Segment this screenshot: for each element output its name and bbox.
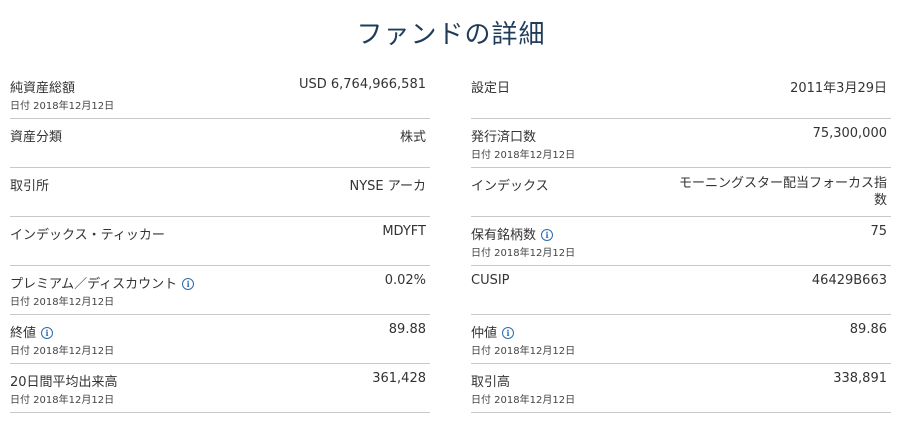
fund-details-left-column: 純資産総額 USD 6,764,966,581 日付 2018年12月12日 資…: [10, 70, 430, 413]
detail-label: 終値 i: [10, 322, 54, 341]
detail-value: NYSE アーカ: [349, 179, 426, 194]
detail-label: 純資産総額: [10, 81, 76, 96]
detail-row-inception-date: 設定日 2011年3月29日: [471, 70, 891, 119]
detail-value: 338,891: [833, 371, 887, 386]
detail-label: 資産分類: [10, 130, 63, 145]
page-title: ファンドの詳細: [356, 20, 546, 50]
detail-label: 取引所: [10, 179, 50, 194]
detail-value: 0.02%: [384, 273, 426, 288]
detail-row-shares-outstanding: 発行済口数 75,300,000 日付 2018年12月12日: [471, 119, 891, 168]
detail-date: 日付 2018年12月12日: [10, 395, 115, 406]
detail-label: インデックス: [471, 179, 549, 194]
detail-date: 日付 2018年12月12日: [471, 150, 576, 161]
detail-label: 20日間平均出来高: [10, 375, 118, 390]
detail-label: CUSIP: [471, 273, 510, 288]
detail-row-avg-volume: 20日間平均出来高 361,428 日付 2018年12月12日: [10, 364, 430, 413]
detail-label: 設定日: [471, 81, 511, 96]
detail-row-index: インデックス モーニングスター配当フォーカス指数: [471, 168, 891, 217]
detail-label: 保有銘柄数 i: [471, 224, 554, 243]
detail-value: USD 6,764,966,581: [298, 77, 426, 92]
detail-date: 日付 2018年12月12日: [10, 297, 115, 308]
detail-label: プレミアム／ディスカウント i: [10, 273, 195, 292]
detail-row-asset-class: 資産分類 株式: [10, 119, 430, 168]
detail-date: 日付 2018年12月12日: [471, 248, 576, 259]
detail-value: 株式: [399, 130, 426, 145]
detail-row-holdings-count: 保有銘柄数 i 75 日付 2018年12月12日: [471, 217, 891, 266]
detail-value: 2011年3月29日: [790, 81, 887, 96]
detail-row-closing-price: 終値 i 89.88 日付 2018年12月12日: [10, 315, 430, 364]
detail-label: 発行済口数: [471, 130, 537, 145]
info-icon[interactable]: i: [502, 327, 515, 339]
info-icon[interactable]: i: [182, 278, 195, 290]
detail-value: モーニングスター配当フォーカス指数: [678, 176, 887, 208]
detail-date: 日付 2018年12月12日: [471, 395, 576, 406]
fund-details-right-column: 設定日 2011年3月29日 発行済口数 75,300,000 日付 2018年…: [471, 70, 891, 413]
detail-label: 取引高: [471, 375, 511, 390]
info-icon[interactable]: i: [541, 229, 554, 241]
detail-row-exchange: 取引所 NYSE アーカ: [10, 168, 430, 217]
detail-value: 75,300,000: [812, 126, 887, 141]
detail-label: インデックス・ティッカー: [10, 228, 165, 243]
detail-date: 日付 2018年12月12日: [10, 346, 115, 357]
detail-row-cusip: CUSIP 46429B663: [471, 266, 891, 315]
detail-value: 89.86: [849, 322, 887, 337]
detail-row-mid-price: 仲値 i 89.86 日付 2018年12月12日: [471, 315, 891, 364]
detail-value: 75: [870, 224, 887, 239]
detail-date: 日付 2018年12月12日: [471, 346, 576, 357]
info-icon[interactable]: i: [41, 327, 54, 339]
detail-value: 361,428: [372, 371, 426, 386]
detail-label: 仲値 i: [471, 322, 515, 341]
detail-value: MDYFT: [382, 224, 426, 239]
detail-row-net-assets: 純資産総額 USD 6,764,966,581 日付 2018年12月12日: [10, 70, 430, 119]
detail-value: 89.88: [388, 322, 426, 337]
detail-row-premium-discount: プレミアム／ディスカウント i 0.02% 日付 2018年12月12日: [10, 266, 430, 315]
detail-value: 46429B663: [811, 273, 887, 288]
detail-date: 日付 2018年12月12日: [10, 101, 115, 112]
detail-row-trading-volume: 取引高 338,891 日付 2018年12月12日: [471, 364, 891, 413]
detail-row-index-ticker: インデックス・ティッカー MDYFT: [10, 217, 430, 266]
